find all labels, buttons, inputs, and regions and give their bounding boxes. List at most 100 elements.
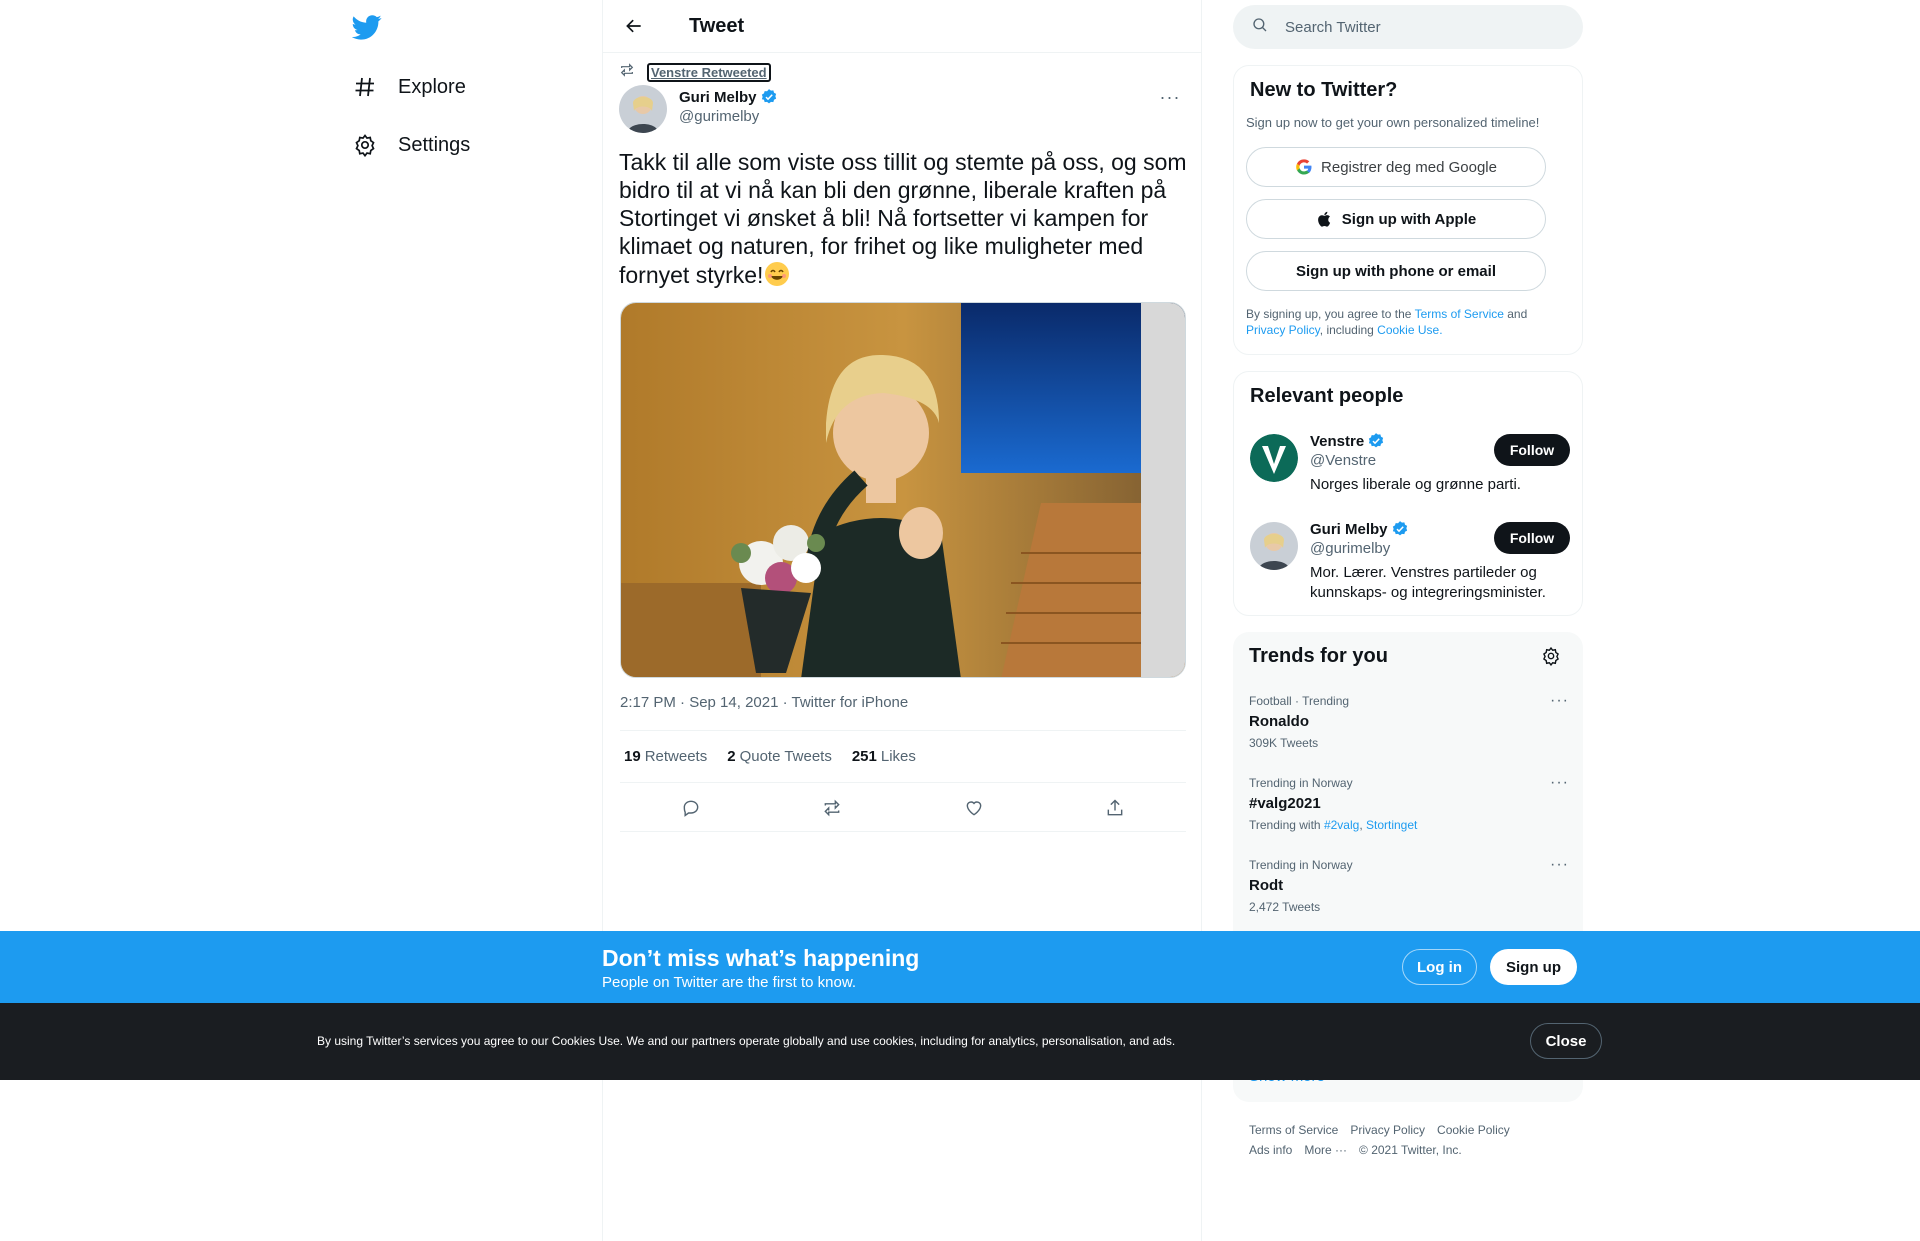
avatar[interactable]: [1250, 522, 1298, 570]
card-subtitle: Sign up now to get your own personalized…: [1246, 115, 1540, 130]
search-input[interactable]: Search Twitter: [1233, 5, 1583, 49]
retweet-button-icon[interactable]: [815, 791, 849, 825]
card-title: New to Twitter?: [1250, 79, 1398, 101]
follow-button[interactable]: Follow: [1494, 434, 1570, 466]
cookie-text: By using Twitter’s services you agree to…: [317, 1034, 1176, 1048]
retweeted-by-link[interactable]: Venstre Retweeted: [647, 63, 771, 82]
phone-email-signup-button[interactable]: Sign up with phone or email: [1246, 251, 1546, 291]
person-name[interactable]: Guri Melby: [1310, 520, 1500, 538]
retweets-stat[interactable]: 19 Retweets: [624, 748, 707, 765]
google-icon: [1296, 159, 1312, 175]
stat-count: 251: [851, 748, 877, 765]
nav-item-explore[interactable]: Explore: [352, 67, 466, 107]
relevant-people-card: Relevant people Venstre @Venstre Norges …: [1233, 371, 1583, 616]
person-handle[interactable]: @Venstre: [1310, 452, 1500, 469]
nav-label: Settings: [398, 133, 471, 156]
avatar[interactable]: [1250, 434, 1298, 482]
tweet-header: Tweet: [603, 0, 1201, 53]
person-bio: Mor. Lærer. Venstres partileder og kunns…: [1310, 564, 1546, 601]
card-title: Trends for you: [1249, 645, 1388, 667]
trend-meta: 2,472 Tweets: [1249, 900, 1321, 914]
more-options-icon[interactable]: ···: [1153, 86, 1187, 108]
likes-stat[interactable]: 251 Likes: [852, 748, 916, 765]
terms-link[interactable]: Terms of Service: [1415, 307, 1504, 321]
cookie-consent-bar: By using Twitter’s services you agree to…: [0, 1003, 1920, 1080]
trend-name: Rodt: [1249, 877, 1284, 894]
trend-context: Football · Trending: [1249, 694, 1350, 708]
author-handle[interactable]: @gurimelby: [679, 108, 778, 125]
stat-count: 19: [624, 748, 641, 765]
trend-related-link[interactable]: Stortinget: [1366, 818, 1417, 832]
banner-subtitle: People on Twitter are the first to know.: [602, 974, 857, 991]
hashtag-icon: [352, 74, 378, 100]
privacy-link[interactable]: Privacy Policy: [1246, 323, 1320, 337]
trend-related-link[interactable]: #2valg: [1324, 818, 1359, 832]
copyright-text: © 2021 Twitter, Inc.: [1359, 1143, 1462, 1157]
apple-signup-button[interactable]: Sign up with Apple: [1246, 199, 1546, 239]
more-options-icon[interactable]: ···: [1550, 774, 1569, 792]
trend-name: #valg2021: [1249, 795, 1321, 812]
reply-icon[interactable]: [674, 791, 708, 825]
author-name[interactable]: Guri Melby: [679, 88, 778, 106]
author-name-text: Guri Melby: [679, 88, 757, 106]
card-title: Relevant people: [1250, 385, 1404, 407]
footer-link[interactable]: Ads info: [1249, 1140, 1292, 1160]
login-button[interactable]: Log in: [1402, 949, 1477, 985]
trend-item[interactable]: Football · Trending Ronaldo 309K Tweets …: [1249, 692, 1569, 750]
twitter-logo-icon[interactable]: [351, 12, 382, 42]
footer-link[interactable]: Terms of Service: [1249, 1120, 1338, 1140]
search-icon: [1251, 16, 1269, 39]
legal-and: and: [1503, 307, 1528, 321]
verified-badge-icon: [1369, 433, 1384, 448]
trend-meta-prefix: Trending with: [1249, 818, 1324, 832]
cookie-use-link[interactable]: Cookie Use.: [1377, 323, 1442, 337]
follow-button[interactable]: Follow: [1494, 522, 1570, 554]
tweet-text: Takk til alle som viste oss tillit og st…: [619, 148, 1187, 289]
more-options-icon[interactable]: ···: [1550, 856, 1569, 874]
tweet-author[interactable]: Guri Melby @gurimelby: [619, 85, 778, 133]
signup-button[interactable]: Sign up: [1490, 949, 1577, 985]
footer-links: Terms of Service Privacy Policy Cookie Pol…: [1249, 1120, 1569, 1160]
person-name-text: Venstre: [1310, 432, 1365, 450]
avatar[interactable]: [619, 85, 667, 133]
trend-context: Trending in Norway: [1249, 776, 1353, 790]
like-heart-icon[interactable]: [957, 791, 991, 825]
stat-label: Likes: [880, 748, 916, 765]
footer-link[interactable]: More ···: [1304, 1140, 1347, 1160]
share-icon[interactable]: [1098, 791, 1132, 825]
gear-icon: [352, 132, 378, 158]
trend-context: Trending in Norway: [1249, 858, 1353, 872]
trend-meta: Trending with #2valg, Stortinget: [1249, 818, 1418, 832]
person-bio: Norges liberale og grønne parti.: [1310, 476, 1521, 493]
verified-badge-icon: [761, 89, 776, 104]
tweet-photo[interactable]: [620, 302, 1186, 678]
page-title: Tweet: [689, 14, 745, 37]
apple-button-label: Sign up with Apple: [1341, 210, 1477, 228]
close-button[interactable]: Close: [1530, 1023, 1602, 1059]
tweet-stats: 19 Retweets 2 Quote Tweets 251 Likes: [620, 730, 1186, 783]
nav-item-settings[interactable]: Settings: [352, 125, 470, 165]
trend-meta: 309K Tweets: [1249, 736, 1319, 750]
stat-count: 2: [727, 748, 736, 765]
footer-link[interactable]: Cookie Policy: [1437, 1120, 1510, 1140]
legal-including: , including: [1319, 323, 1378, 337]
apple-icon: [1317, 211, 1330, 227]
retweet-icon: [619, 62, 635, 83]
new-to-twitter-card: New to Twitter? Sign up now to get your …: [1233, 65, 1583, 355]
person-handle[interactable]: @gurimelby: [1310, 540, 1500, 557]
signup-legal-text: By signing up, you agree to the Terms of…: [1246, 306, 1556, 338]
trend-item[interactable]: Trending in Norway #valg2021 Trending wi…: [1249, 774, 1569, 832]
search-placeholder: Search Twitter: [1285, 18, 1381, 36]
smiling-face-emoji-icon: [763, 260, 791, 288]
back-arrow-icon[interactable]: [619, 11, 649, 41]
google-signup-button[interactable]: Registrer deg med Google: [1246, 147, 1546, 187]
person-name[interactable]: Venstre: [1310, 432, 1500, 450]
quote-tweets-stat[interactable]: 2 Quote Tweets: [727, 748, 832, 765]
trend-item[interactable]: Trending in Norway Rodt 2,472 Tweets ···: [1249, 856, 1569, 914]
footer-link[interactable]: Privacy Policy: [1350, 1120, 1425, 1140]
trends-settings-gear-icon[interactable]: [1541, 646, 1563, 668]
tweet-timestamp[interactable]: 2:17 PM · Sep 14, 2021 · Twitter for iPh…: [620, 694, 908, 711]
google-button-label: Registrer deg med Google: [1321, 158, 1497, 176]
more-options-icon[interactable]: ···: [1550, 692, 1569, 710]
retweet-context: Venstre Retweeted: [619, 62, 771, 83]
